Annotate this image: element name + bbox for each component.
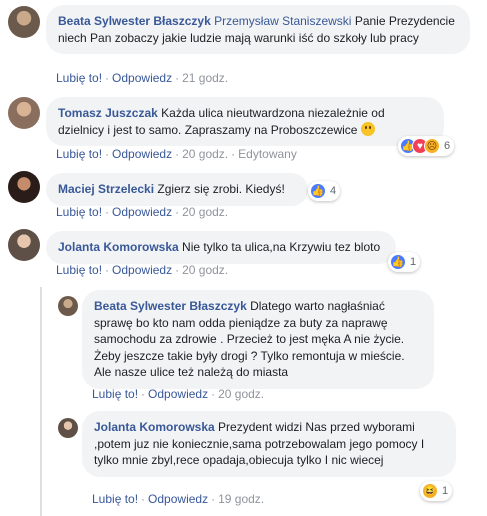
like-link[interactable]: Lubię to! [56,263,102,277]
like-link[interactable]: Lubię to! [56,147,102,161]
reply-link[interactable]: Odpowiedz [112,205,172,219]
reaction-count: 1 [410,256,417,268]
like-reaction-icon: 👍 [390,254,406,270]
comment-author[interactable]: Jolanta Komorowska [94,420,215,434]
reaction-count: 6 [444,140,451,152]
avatar[interactable] [8,171,40,203]
timestamp[interactable]: 20 godz. [182,205,228,219]
edited-label[interactable]: Edytowany [238,147,297,161]
like-reaction-icon: 👍 [310,183,326,199]
comment-text: Zgierz się zrobi. Kiedyś! [154,182,285,196]
reply-link[interactable]: Odpowiedz [148,387,208,401]
avatar[interactable] [58,296,78,316]
comment-actions: Lubię to! · Odpowiedz · 21 godz. [56,71,229,85]
comment-author[interactable]: Jolanta Komorowska [58,240,179,254]
comment-author[interactable]: Maciej Strzelecki [58,182,154,196]
reactions-summary[interactable]: 👍 4 [308,181,341,201]
reactions-summary[interactable]: 👍 ♥ ☹ 6 [398,136,455,156]
comment-actions: Lubię to! · Odpowiedz · 20 godz. · Edytowany [56,147,297,161]
comment-bubble: Beata Sylwester Błaszczyk Przemysław Sta… [46,5,470,54]
reply-bubble: Beata Sylwester Błaszczyk Dlatego warto … [82,290,434,389]
reactions-summary[interactable]: 😆 1 [420,481,453,501]
mention-tag[interactable]: Przemysław Staniszewski [214,14,351,28]
haha-reaction-icon: 😆 [422,483,438,499]
like-link[interactable]: Lubię to! [56,71,102,85]
timestamp[interactable]: 20 godz. [182,263,228,277]
reaction-count: 4 [330,185,337,197]
reaction-count: 1 [442,485,449,497]
timestamp[interactable]: 19 godz. [218,492,264,506]
like-link[interactable]: Lubię to! [92,492,138,506]
timestamp[interactable]: 20 godz. [218,387,264,401]
reply-link[interactable]: Odpowiedz [148,492,208,506]
like-link[interactable]: Lubię to! [92,387,138,401]
sad-reaction-icon: ☹ [424,138,440,154]
reactions-summary[interactable]: 👍 1 [388,252,421,272]
comment-bubble: Maciej Strzelecki Zgierz się zrobi. Kied… [46,173,308,206]
timestamp[interactable]: 20 godz. [182,147,228,161]
like-link[interactable]: Lubię to! [56,205,102,219]
comment-bubble: Tomasz Juszczak Każda ulica nieutwardzon… [46,97,444,146]
comment-actions: Lubię to! · Odpowiedz · 20 godz. [56,263,229,277]
comment-text: Nie tylko ta ulica,na Krzywiu tez bloto [178,240,381,254]
reply-thread-line [40,287,42,516]
reply-link[interactable]: Odpowiedz [112,263,172,277]
comment-actions: Lubię to! · Odpowiedz · 19 godz. [92,492,265,506]
reply-link[interactable]: Odpowiedz [112,71,172,85]
comment-author[interactable]: Tomasz Juszczak [58,106,158,120]
comment-bubble: Jolanta Komorowska Nie tylko ta ulica,na… [46,231,396,264]
avatar[interactable] [8,229,40,261]
comment-actions: Lubię to! · Odpowiedz · 20 godz. [56,205,229,219]
smile-emoji-icon [360,121,375,136]
comment-author[interactable]: Beata Sylwester Błaszczyk [94,299,247,313]
comment-author[interactable]: Beata Sylwester Błaszczyk [58,14,211,28]
avatar[interactable] [8,6,40,38]
avatar[interactable] [8,97,40,129]
timestamp[interactable]: 21 godz. [182,71,228,85]
reply-link[interactable]: Odpowiedz [112,147,172,161]
comment-actions: Lubię to! · Odpowiedz · 20 godz. [92,387,265,401]
avatar[interactable] [58,418,78,438]
reply-bubble: Jolanta Komorowska Prezydent widzi Nas p… [82,411,456,477]
